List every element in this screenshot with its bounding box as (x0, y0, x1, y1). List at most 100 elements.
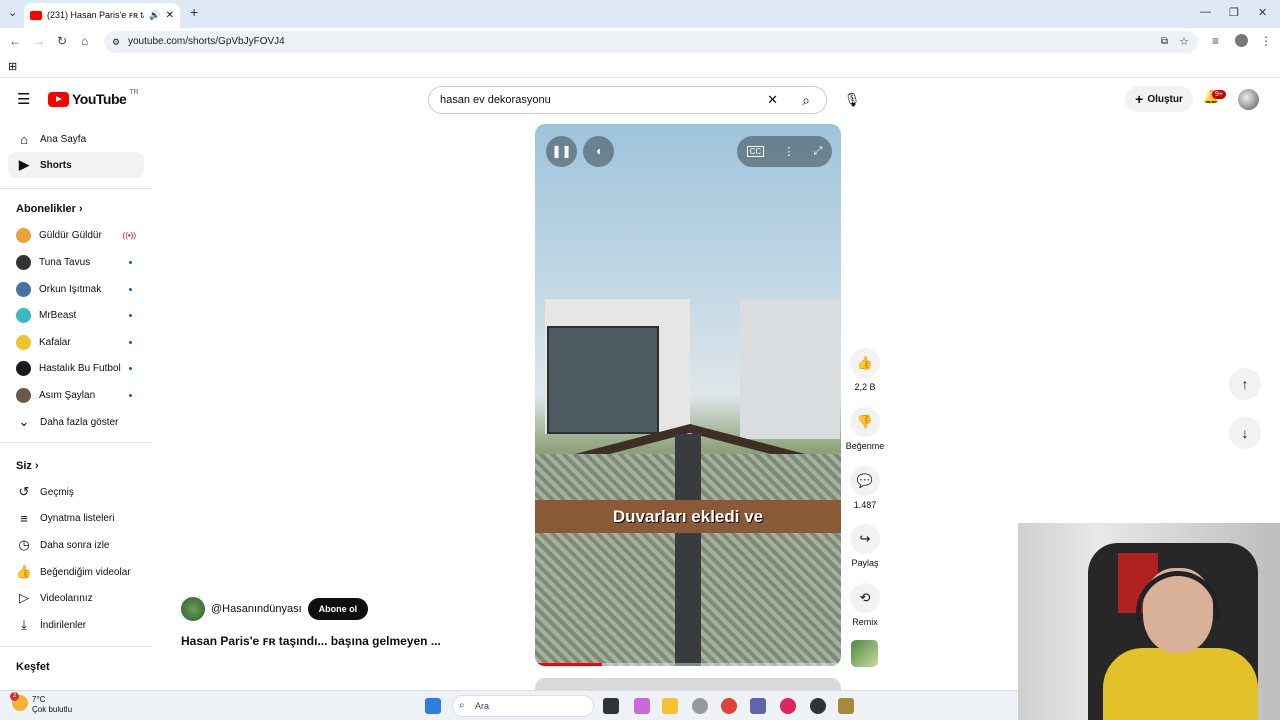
apps-grid-icon[interactable]: ⊞ (8, 60, 17, 73)
next-short-button[interactable]: ↓ (1229, 417, 1261, 449)
weather-widget[interactable]: 2 7°C Çok bulutlu (10, 692, 72, 715)
youtube-play-icon (48, 91, 69, 107)
obs-icon[interactable] (692, 698, 708, 714)
share-action[interactable]: ↪ Paylaş (845, 524, 885, 568)
create-button[interactable]: + Oluştur (1125, 86, 1193, 112)
remix-icon[interactable]: ⟲ (850, 583, 880, 613)
next-short-preview[interactable] (535, 678, 841, 690)
url-text: youtube.com/shorts/GpVbJyFOVJ4 (128, 36, 285, 47)
shorts-video-player[interactable]: Duvarları ekledi ve ❚❚ ◖ CC ⋮ ⤢ (535, 124, 841, 666)
sidebar-item-sub-5[interactable]: Hastalık Bu Futbol (8, 355, 144, 381)
sidebar-item-label: Tuna Tavus (39, 256, 91, 268)
media-control-icon[interactable]: ≡ (1212, 34, 1219, 48)
copilot-icon[interactable] (634, 698, 650, 714)
sidebar-item-sub-2[interactable]: Orkun Işıtmak (8, 276, 144, 302)
channel-avatar[interactable] (181, 597, 205, 621)
app-icon[interactable] (838, 698, 854, 714)
profile-icon[interactable] (1235, 34, 1248, 47)
sidebar-show-more[interactable]: ⌄ Daha fazla göster (8, 409, 144, 435)
avatar[interactable] (1238, 89, 1259, 110)
browser-toolbar: ← → ↻ ⌂ ⚙ youtube.com/shorts/GpVbJyFOVJ4… (0, 28, 1280, 56)
forward-icon[interactable]: → (33, 34, 45, 48)
channel-name[interactable]: @Hasanındünyası (211, 603, 302, 615)
search-box[interactable]: hasan ev dekorasyonu ✕ ⌕ (428, 86, 827, 114)
home-browser-icon[interactable]: ⌂ (81, 34, 88, 48)
dislike-action[interactable]: 👎 Beğenme (845, 407, 885, 451)
sidebar-item-shorts[interactable]: ▶ Shorts (8, 152, 144, 178)
sidebar-item-your-videos[interactable]: ▷ Videolarınız (8, 585, 144, 611)
site-info-icon[interactable]: ⚙ (112, 31, 120, 53)
sidebar-item-sub-4[interactable]: Kafalar (8, 329, 144, 355)
bookmark-star-icon[interactable]: ☆ (1179, 31, 1189, 53)
video-scene-pole (675, 434, 701, 666)
sound-thumbnail[interactable] (851, 640, 878, 667)
thumbs-up-icon[interactable]: 👍 (850, 348, 880, 378)
search-button[interactable]: ⌕ (786, 92, 826, 109)
sidebar-item-downloads[interactable]: ⤓ İndirilenler (8, 612, 144, 638)
fullscreen-icon[interactable]: ⤢ (814, 145, 823, 158)
windows-start-icon[interactable] (425, 698, 441, 714)
hamburger-menu-icon[interactable]: ☰ (17, 90, 30, 108)
sidebar-item-sub-0[interactable]: Güldür Güldür ((•)) (8, 222, 144, 248)
back-icon[interactable]: ← (9, 34, 21, 48)
file-explorer-icon[interactable] (662, 698, 678, 714)
menu-icon[interactable]: ⋮ (1260, 34, 1272, 48)
comment-icon[interactable]: 💬 (850, 466, 880, 496)
tab-list-icon[interactable]: ⌄ (8, 6, 17, 19)
media-app-icon[interactable] (780, 698, 796, 714)
playlist-icon: ≡ (20, 510, 28, 526)
taskbar-search[interactable]: ⌕ Ara (452, 695, 594, 717)
subscribe-button[interactable]: Abone ol (307, 598, 369, 620)
player-controls-group: CC ⋮ ⤢ (737, 136, 832, 167)
subscriptions-title: Abonelikler (16, 203, 76, 215)
remix-action[interactable]: ⟲ Remix (845, 583, 885, 627)
sidebar-item-home[interactable]: ⌂ Ana Sayfa (8, 126, 144, 152)
sidebar-item-sub-6[interactable]: Asım Şaylan (8, 382, 144, 408)
minimize-icon[interactable]: — (1200, 6, 1211, 18)
channel-avatar (16, 334, 31, 350)
youtube-logo[interactable]: YouTube TR (48, 89, 139, 107)
comment-action[interactable]: 💬 1.487 (845, 466, 885, 510)
captions-icon[interactable]: CC (746, 146, 765, 157)
subscriptions-heading[interactable]: Abonelikler › (16, 203, 83, 215)
channel-avatar (16, 281, 31, 297)
video-caption: Duvarları ekledi ve (535, 500, 841, 533)
sidebar-item-watch-later[interactable]: ◷ Daha sonra izle (8, 532, 144, 558)
address-bar[interactable]: ⚙ youtube.com/shorts/GpVbJyFOVJ4 ⧉ ☆ (104, 31, 1198, 53)
voice-search-icon[interactable]: 🎙 (840, 88, 864, 112)
video-progress-bar[interactable] (535, 663, 841, 666)
previous-short-button[interactable]: ↑ (1229, 368, 1261, 400)
video-title[interactable]: Hasan Paris'e ꜰʀ taşındı... başına gelme… (181, 634, 441, 648)
you-heading[interactable]: Siz › (16, 460, 39, 472)
browser-tab[interactable]: (231) Hasan Paris'e ꜰʀ taşındı 🔊 ✕ (24, 3, 180, 28)
webcam-overlay (1018, 523, 1280, 720)
sidebar-item-sub-3[interactable]: MrBeast (8, 302, 144, 328)
chrome-icon[interactable] (721, 698, 737, 714)
divider (0, 442, 152, 443)
new-tab-icon[interactable]: + (190, 4, 198, 20)
sidebar-item-sub-1[interactable]: Tuna Tavus (8, 249, 144, 275)
bookmarks-bar: ⊞ (0, 56, 1280, 78)
close-window-icon[interactable]: ✕ (1258, 6, 1267, 19)
install-app-icon[interactable]: ⧉ (1161, 31, 1168, 53)
tab-audio-icon[interactable]: 🔊 (149, 10, 160, 21)
teams-icon[interactable] (750, 698, 766, 714)
channel-avatar (16, 227, 31, 243)
game-app-icon[interactable] (810, 698, 826, 714)
sidebar-item-liked-videos[interactable]: 👍 Beğendiğim videolar (8, 559, 144, 585)
remix-label: Remix (852, 617, 878, 627)
reload-icon[interactable]: ↻ (57, 34, 67, 48)
like-action[interactable]: 👍 2,2 B (845, 348, 885, 392)
clear-search-icon[interactable]: ✕ (767, 92, 778, 108)
pause-button[interactable]: ❚❚ (546, 136, 577, 167)
task-view-icon[interactable] (603, 698, 619, 714)
search-input[interactable]: hasan ev dekorasyonu (440, 94, 767, 106)
sidebar-item-history[interactable]: ↺ Geçmiş (8, 479, 144, 505)
volume-button[interactable]: ◖ (583, 136, 614, 167)
share-icon[interactable]: ↪ (850, 524, 880, 554)
thumbs-down-icon[interactable]: 👎 (850, 407, 880, 437)
restore-icon[interactable]: ❐ (1229, 6, 1239, 19)
more-options-icon[interactable]: ⋮ (783, 145, 794, 158)
tab-close-icon[interactable]: ✕ (166, 10, 174, 21)
sidebar-item-playlists[interactable]: ≡ Oynatma listeleri (8, 505, 144, 531)
